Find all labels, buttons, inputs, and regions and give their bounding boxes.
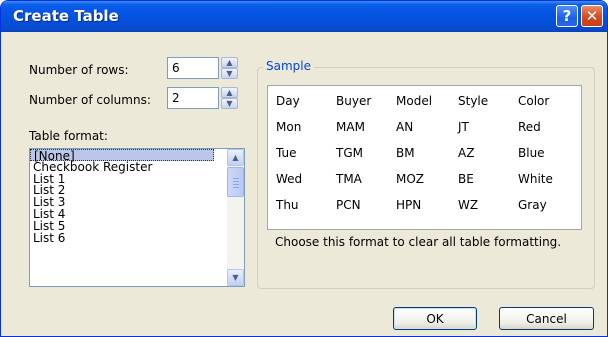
- sample-cell: BM: [396, 146, 415, 160]
- rows-label: Number of rows:: [29, 63, 129, 77]
- columns-spin-up-icon[interactable]: ▲: [221, 87, 238, 98]
- rows-spinner[interactable]: ▲ ▼: [221, 57, 238, 79]
- sample-cell: Mon: [276, 120, 302, 134]
- dialog-title: Create Table: [13, 7, 119, 25]
- columns-spin-down-icon[interactable]: ▼: [221, 98, 238, 109]
- sample-cell: Gray: [518, 198, 547, 212]
- close-icon: ✕: [585, 7, 599, 25]
- sample-cell: JT: [458, 120, 469, 134]
- sample-table: Day Buyer Model Style Color Mon MAM AN JT Red Tue T…: [267, 85, 582, 230]
- sample-cell: Blue: [518, 146, 545, 160]
- sample-cell: Tue: [276, 146, 297, 160]
- sample-cell: MOZ: [396, 172, 425, 186]
- sample-cell: WZ: [458, 198, 479, 212]
- chevron-up-icon[interactable]: ▲: [227, 149, 244, 166]
- sample-cell: Day: [276, 94, 300, 108]
- sample-group-title: Sample: [263, 59, 314, 73]
- help-button[interactable]: ?: [556, 5, 578, 27]
- list-item[interactable]: List 4: [30, 208, 214, 220]
- help-icon: ?: [562, 7, 572, 25]
- sample-cell: AZ: [458, 146, 475, 160]
- sample-cell: Red: [518, 120, 541, 134]
- columns-label: Number of columns:: [29, 93, 151, 107]
- sample-cell: Color: [518, 94, 550, 108]
- rows-spin-down-icon[interactable]: ▼: [221, 68, 238, 79]
- sample-cell: TMA: [336, 172, 362, 186]
- list-item[interactable]: List 6: [30, 232, 214, 244]
- chevron-down-icon[interactable]: ▼: [227, 269, 244, 286]
- scrollbar-thumb[interactable]: [227, 167, 244, 197]
- ok-button[interactable]: OK: [393, 307, 477, 330]
- rows-input[interactable]: 6: [167, 57, 219, 79]
- table-format-scrollbar[interactable]: ▲ ▼: [227, 149, 244, 286]
- list-item[interactable]: Checkbook Register: [30, 161, 214, 173]
- sample-cell: Buyer: [336, 94, 372, 108]
- rows-spin-up-icon[interactable]: ▲: [221, 57, 238, 68]
- sample-cell: MAM: [336, 120, 365, 134]
- table-format-list[interactable]: [None] Checkbook Register List 1 List 2 List…: [29, 148, 245, 287]
- sample-cell: White: [518, 172, 553, 186]
- cancel-button[interactable]: Cancel: [499, 307, 594, 330]
- sample-cell: HPN: [396, 198, 422, 212]
- columns-spinner[interactable]: ▲ ▼: [221, 87, 238, 109]
- sample-cell: TGM: [336, 146, 363, 160]
- list-item[interactable]: List 5: [30, 220, 214, 232]
- table-format-items: [None] Checkbook Register List 1 List 2 List…: [30, 149, 244, 243]
- columns-input[interactable]: 2: [167, 87, 219, 109]
- sample-cell: Thu: [276, 198, 299, 212]
- sample-cell: Style: [458, 94, 489, 108]
- create-table-dialog: Create Table ? ✕ Number of rows: 6 ▲ ▼ N…: [0, 0, 608, 337]
- sample-cell: AN: [396, 120, 414, 134]
- sample-cell: PCN: [336, 198, 361, 212]
- title-bar[interactable]: Create Table ? ✕: [1, 1, 607, 32]
- sample-cell: Model: [396, 94, 433, 108]
- sample-cell: BE: [458, 172, 474, 186]
- format-description: Choose this format to clear all table fo…: [275, 235, 562, 249]
- close-button[interactable]: ✕: [581, 5, 603, 27]
- table-format-label: Table format:: [29, 129, 108, 143]
- sample-cell: Wed: [276, 172, 303, 186]
